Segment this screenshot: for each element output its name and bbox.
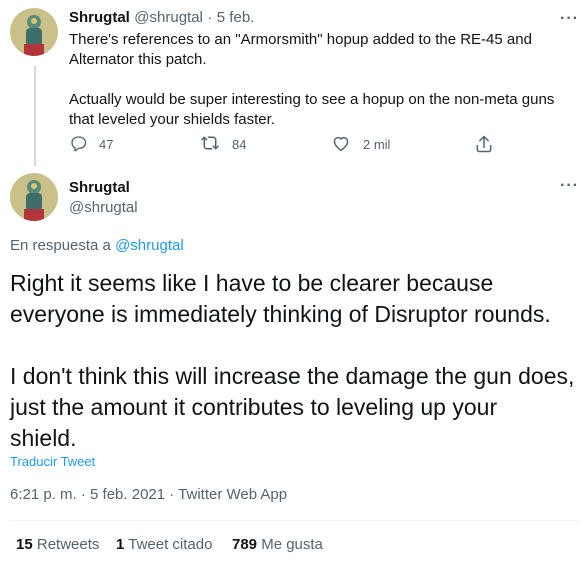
tweet-text: Right it seems like I have to be clearer… — [10, 270, 575, 451]
retweets-stat[interactable]: 15 Retweets — [16, 536, 99, 553]
retweets-label: Retweets — [36, 536, 100, 553]
retweet-icon — [200, 134, 232, 155]
author-name[interactable]: Shrugtal — [69, 179, 130, 196]
reply-context: En respuesta a @shrugtal — [10, 237, 184, 254]
quotes-stat[interactable]: 1 Tweet citado — [116, 536, 212, 553]
retweets-count: 15 — [16, 536, 33, 553]
reply-prefix: En respuesta a — [10, 237, 111, 254]
avatar[interactable] — [10, 173, 58, 221]
share-icon — [474, 134, 506, 157]
divider — [10, 520, 578, 521]
retweet-count: 84 — [232, 137, 247, 152]
heart-icon — [331, 134, 363, 155]
like-button[interactable]: 2 mil — [331, 134, 390, 155]
more-icon[interactable]: ··· — [560, 178, 579, 194]
tweet-timestamp[interactable]: 6:21 p. m. · 5 feb. 2021 · Twitter Web A… — [10, 486, 287, 503]
tweet1-header: Shrugtal @shrugtal · 5 feb. — [69, 9, 254, 27]
likes-label: Me gusta — [261, 536, 323, 553]
thread-line — [34, 66, 36, 166]
avatar[interactable] — [10, 8, 58, 56]
share-button[interactable] — [474, 134, 506, 157]
likes-count: 789 — [232, 536, 258, 553]
author-name[interactable]: Shrugtal — [69, 9, 130, 26]
reply-count: 47 — [99, 137, 114, 152]
more-icon[interactable]: ··· — [560, 11, 579, 27]
tweet-date[interactable]: 5 feb. — [217, 9, 255, 26]
quotes-label: Tweet citado — [128, 536, 213, 553]
separator: · — [207, 9, 213, 26]
retweet-button[interactable]: 84 — [200, 134, 246, 155]
reply-icon — [69, 134, 99, 155]
tweet-text: There's references to an "Armorsmith" ho… — [69, 31, 555, 128]
author-handle[interactable]: @shrugtal — [134, 9, 203, 26]
reply-to-link[interactable]: @shrugtal — [115, 237, 184, 254]
like-count: 2 mil — [363, 137, 391, 152]
translate-link[interactable]: Traducir Tweet — [10, 454, 95, 469]
author-handle[interactable]: @shrugtal — [69, 199, 138, 216]
quotes-count: 1 — [116, 536, 125, 553]
reply-button[interactable]: 47 — [69, 134, 113, 155]
likes-stat[interactable]: 789 Me gusta — [232, 536, 323, 553]
